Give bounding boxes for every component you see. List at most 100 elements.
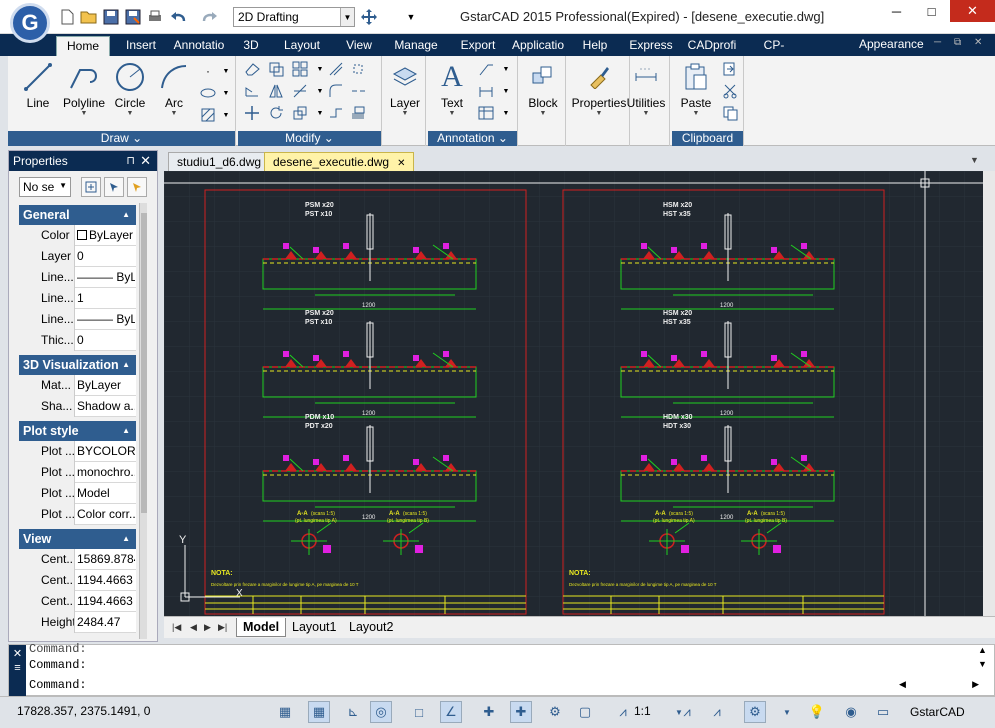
close-icon[interactable]: ✕: [397, 158, 405, 169]
appearance-menu[interactable]: Appearance: [859, 37, 924, 51]
scroll-right-icon[interactable]: ▶: [972, 679, 979, 690]
redo-icon[interactable]: [200, 8, 218, 25]
chevron-down-icon[interactable]: ▼: [216, 84, 236, 102]
save-icon[interactable]: [102, 8, 120, 25]
ducs-icon[interactable]: ✚: [478, 701, 500, 723]
tab-application[interactable]: Applicatio: [508, 36, 568, 56]
first-layout-icon[interactable]: |◀: [172, 622, 181, 633]
prop-row[interactable]: Height 2484.47: [19, 612, 136, 633]
prop-row[interactable]: Layer 0: [19, 246, 136, 267]
move-icon[interactable]: [242, 104, 262, 122]
canvas-scrollbar[interactable]: [983, 171, 995, 616]
snap-icon[interactable]: ▦: [274, 701, 296, 723]
lightbulb-icon[interactable]: 💡: [806, 701, 828, 723]
cut-icon[interactable]: [720, 82, 740, 100]
prop-row[interactable]: Plot ... BYCOLOR: [19, 441, 136, 462]
prop-row[interactable]: Cent... 1194.4663: [19, 591, 136, 612]
ortho-icon[interactable]: ⊾: [342, 701, 364, 723]
hatch-icon[interactable]: [198, 106, 218, 124]
pan-icon[interactable]: [360, 8, 378, 25]
layer-tool[interactable]: Layer ▼: [384, 60, 426, 117]
tab-annotation[interactable]: Annotatio: [170, 36, 228, 56]
scrollbar-thumb[interactable]: [141, 213, 147, 513]
annotation-scale-value[interactable]: 1:1: [634, 704, 651, 718]
join-icon[interactable]: [326, 104, 346, 122]
qp-icon[interactable]: ▢: [574, 701, 596, 723]
block-tool[interactable]: Block ▼: [520, 60, 566, 117]
autoscale-icon[interactable]: ⩘: [706, 701, 728, 723]
otrack-icon[interactable]: ∠: [440, 701, 462, 723]
point-icon[interactable]: ·: [198, 62, 218, 80]
workspace-switch-icon[interactable]: ⚙: [744, 701, 766, 723]
prop-row[interactable]: Cent... 1194.4663: [19, 570, 136, 591]
tab-help[interactable]: Help: [574, 36, 616, 56]
stretch-icon[interactable]: [242, 82, 262, 100]
open-file-icon[interactable]: [80, 8, 98, 25]
arc-tool[interactable]: Arc ▼: [148, 60, 200, 117]
modify-panel-title[interactable]: Modify ⌄: [238, 131, 381, 146]
scroll-up-icon[interactable]: ▲: [978, 645, 994, 655]
ribbon-close-icon[interactable]: ✕: [974, 37, 982, 48]
line-tool[interactable]: Line: [12, 60, 64, 110]
settings-icon[interactable]: ≡: [9, 662, 26, 674]
prop-row[interactable]: Plot ... monochro...: [19, 462, 136, 483]
offset-icon[interactable]: [326, 60, 346, 78]
tab-export[interactable]: Export: [450, 36, 506, 56]
maximize-button[interactable]: □: [915, 0, 948, 22]
grid-icon[interactable]: ▦: [308, 701, 330, 723]
chevron-down-icon[interactable]: ▼: [496, 104, 516, 122]
select-objects-icon[interactable]: [104, 177, 124, 197]
prop-row[interactable]: Plot ... Model: [19, 483, 136, 504]
undo-icon[interactable]: [170, 8, 188, 25]
chevron-down-icon[interactable]: ▼: [496, 60, 516, 78]
last-layout-icon[interactable]: ▶|: [218, 622, 227, 633]
section-view[interactable]: View ▲: [19, 529, 136, 549]
fillet-icon[interactable]: [326, 82, 346, 100]
command-window-grip[interactable]: ✕ ≡: [9, 645, 26, 697]
app-logo-button[interactable]: G: [10, 3, 50, 43]
tab-cadprofi[interactable]: CADprofi: [684, 36, 740, 56]
layout-tab-model[interactable]: Model: [236, 618, 287, 637]
annotation-panel-title[interactable]: Annotation ⌄: [428, 131, 517, 146]
print-icon[interactable]: [146, 8, 164, 25]
close-button[interactable]: ✕: [950, 0, 995, 22]
scale-icon[interactable]: [290, 104, 310, 122]
chevron-down-icon[interactable]: ▼: [776, 701, 798, 723]
command-h-scrollbar[interactable]: ◀ ▶: [899, 679, 979, 696]
multileader-icon[interactable]: [476, 60, 496, 78]
ellipse-icon[interactable]: [198, 84, 218, 102]
chevron-down-icon[interactable]: ▼: [496, 82, 516, 100]
prop-row[interactable]: Line... 1: [19, 288, 136, 309]
chevron-down-icon[interactable]: ▼: [216, 62, 236, 80]
close-icon[interactable]: ✕: [9, 647, 26, 660]
section-plot-style[interactable]: Plot style ▲: [19, 421, 136, 441]
polyline-tool[interactable]: Polyline ▼: [58, 60, 110, 117]
trim-icon[interactable]: [290, 82, 310, 100]
tab-3d[interactable]: 3D: [234, 36, 268, 56]
drawing-canvas[interactable]: PSM x20 PST x10 1200 PSM x20 PST x10 1200 PDM …: [164, 171, 995, 616]
osnap-icon[interactable]: □: [408, 701, 430, 723]
prop-row[interactable]: Thic... 0: [19, 330, 136, 351]
tab-cp-symbol[interactable]: CP-Symbol: [744, 36, 804, 70]
scroll-left-icon[interactable]: ◀: [899, 679, 906, 689]
close-icon[interactable]: ✕: [140, 153, 151, 169]
text-tool[interactable]: A Text ▼: [430, 60, 474, 117]
draworder-icon[interactable]: [348, 104, 368, 122]
pin-icon[interactable]: ⊓: [126, 154, 135, 167]
prop-row[interactable]: Color ByLayer: [19, 225, 136, 246]
scroll-down-icon[interactable]: ▼: [978, 659, 994, 669]
lineweight-icon[interactable]: ⚙: [544, 701, 566, 723]
tab-home[interactable]: Home: [56, 36, 110, 56]
prop-row[interactable]: Line...——— ByLay: [19, 267, 136, 288]
rotate-icon[interactable]: [266, 104, 286, 122]
next-layout-icon[interactable]: ▶: [204, 622, 211, 633]
prev-layout-icon[interactable]: ◀: [190, 622, 197, 633]
tab-insert[interactable]: Insert: [116, 36, 166, 56]
prop-row[interactable]: Mat... ByLayer: [19, 375, 136, 396]
array-icon[interactable]: [290, 60, 310, 78]
quick-select-icon[interactable]: [127, 177, 147, 197]
prop-row[interactable]: Sha... Shadow a...: [19, 396, 136, 417]
annotation-visibility-icon[interactable]: ⩘: [676, 701, 698, 723]
new-file-icon[interactable]: [58, 8, 76, 25]
copy-base-icon[interactable]: [720, 104, 740, 122]
